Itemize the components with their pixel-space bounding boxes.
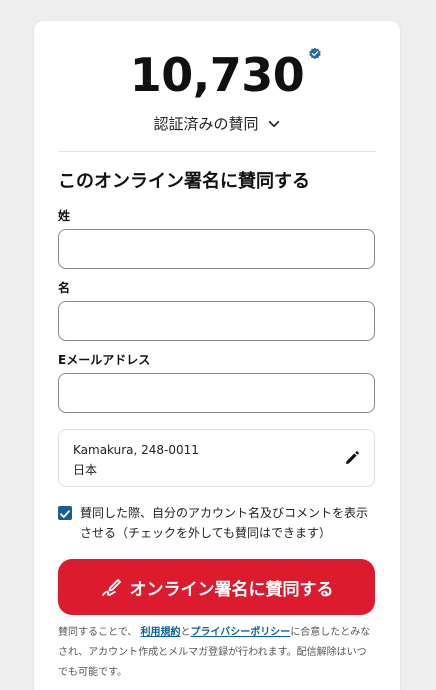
privacy-policy-link[interactable]: プライバシーポリシー: [191, 627, 291, 638]
address-line-country: 日本: [73, 463, 98, 477]
legal-prefix: 賛同することで、: [58, 627, 138, 638]
first-name-input[interactable]: [58, 301, 375, 341]
legal-notice: 賛同することで、 利用規約とプライバシーポリシーに合意したとみなされ、アカウント…: [58, 623, 376, 683]
signature-counter: 10,730: [34, 45, 400, 105]
sign-petition-button-label: オンライン署名に賛同する: [129, 579, 334, 600]
divider: [58, 151, 376, 152]
last-name-label: 姓: [58, 209, 71, 223]
address-box: Kamakura, 248-0011 日本: [58, 429, 375, 487]
email-label: Eメールアドレス: [58, 353, 151, 367]
address-line-city: Kamakura, 248-0011: [73, 443, 199, 457]
display-name-checkbox[interactable]: [58, 506, 72, 520]
chevron-down-icon: [268, 120, 279, 127]
last-name-input[interactable]: [58, 229, 375, 269]
verified-badge-icon: [309, 47, 322, 60]
petition-sign-card: 10,730 認証済みの賛同 このオンライン署名に賛同する 姓 名 Eメールアド…: [34, 21, 400, 690]
email-input[interactable]: [58, 373, 375, 413]
verified-signatures-label: 認証済みの賛同: [153, 115, 259, 133]
signature-count: 10,730: [129, 48, 305, 102]
signature-pen-icon: [101, 579, 121, 596]
terms-link[interactable]: 利用規約: [141, 627, 181, 638]
first-name-label: 名: [58, 281, 71, 295]
verified-signatures-toggle[interactable]: 認証済みの賛同: [34, 113, 400, 134]
signature-count-wrapper: 10,730: [129, 45, 322, 105]
checkmark-icon: [60, 510, 70, 518]
display-name-checkbox-label[interactable]: 賛同した際、自分のアカウント名及びコメントを表示させる（チェックを外しても賛同は…: [80, 503, 376, 543]
legal-and: と: [180, 627, 191, 638]
form-heading: このオンライン署名に賛同する: [58, 171, 310, 192]
sign-petition-button[interactable]: オンライン署名に賛同する: [58, 559, 375, 615]
pencil-edit-icon[interactable]: [344, 450, 360, 466]
